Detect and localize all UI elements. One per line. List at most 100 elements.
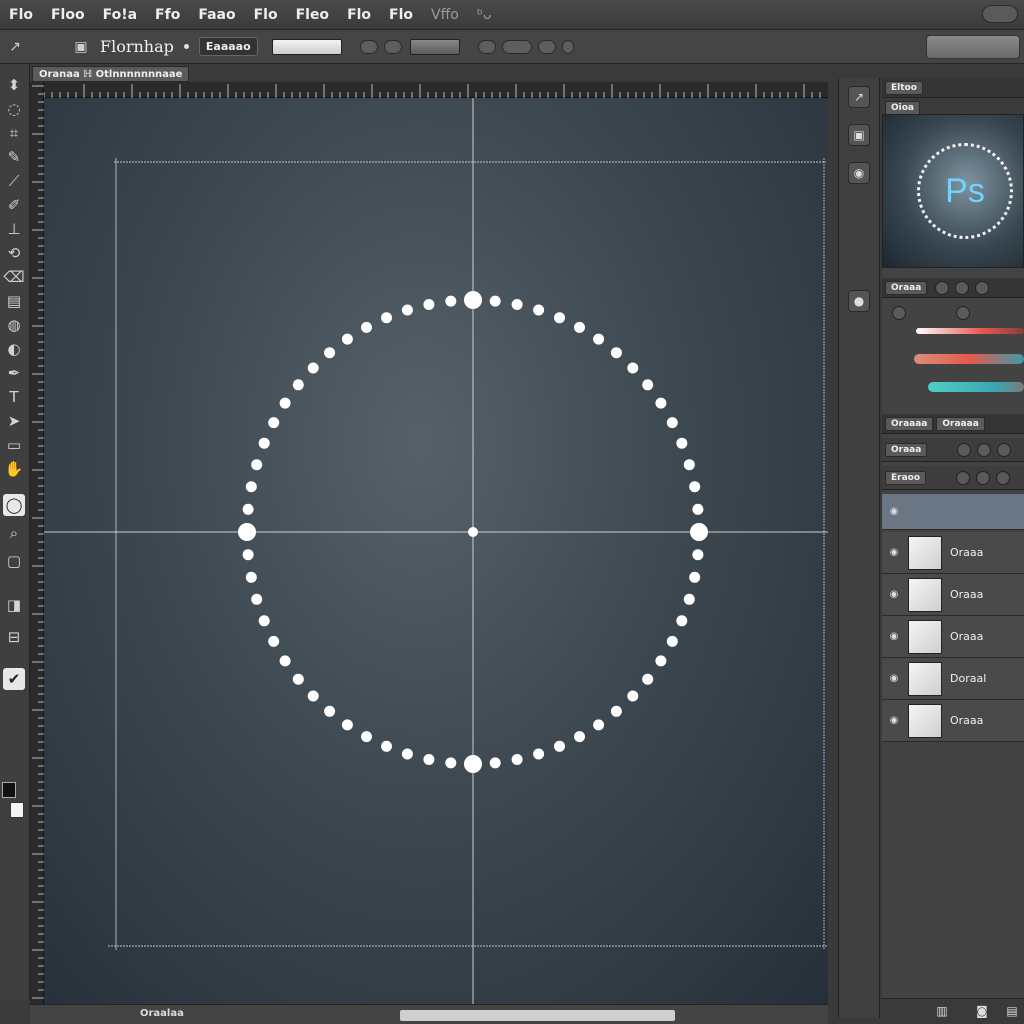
layer-row-active[interactable]: ◉ [882, 494, 1024, 530]
color-picker-icon[interactable] [956, 306, 970, 320]
eraser-icon[interactable]: ⌫ [3, 266, 25, 288]
menu-item-3[interactable]: Fo!a [94, 0, 146, 30]
mask-icon[interactable]: ◨ [3, 594, 25, 616]
visibility-eye-icon[interactable]: ◉ [888, 506, 900, 518]
shape-icon[interactable]: ▭ [3, 434, 25, 456]
options-toggle-2[interactable] [383, 39, 402, 54]
menu-item-7[interactable]: Fleo [287, 0, 338, 30]
note-icon[interactable]: ▢ [3, 550, 25, 572]
brush-icon[interactable]: ⟋ [3, 170, 25, 192]
move-tool-icon[interactable]: ⬍ [3, 74, 25, 96]
options-dropdown[interactable] [409, 38, 460, 55]
menu-item-2[interactable]: Floo [42, 0, 94, 30]
layer-name[interactable]: Oraaa [950, 546, 983, 559]
menu-item-1[interactable]: Flo [0, 0, 42, 30]
options-field-label[interactable]: Eaaaao [198, 37, 258, 56]
blend-mode-select[interactable]: Eraoo [885, 470, 927, 485]
type-icon[interactable]: T [3, 386, 25, 408]
selection-anchor-point[interactable] [464, 291, 482, 309]
layer-row[interactable]: ◉ Oraaa [882, 616, 1024, 658]
visibility-eye-icon[interactable]: ◉ [888, 589, 900, 601]
panel-option-1[interactable] [935, 280, 950, 295]
menu-item-6[interactable]: Flo [245, 0, 287, 30]
filter-option-1[interactable] [957, 442, 972, 457]
color-slider-cyan[interactable] [928, 382, 1024, 392]
visibility-eye-icon[interactable]: ◉ [888, 673, 900, 685]
options-toggle-3[interactable] [477, 39, 496, 54]
pen-icon[interactable]: ✒ [3, 362, 25, 384]
menu-item-4[interactable]: Ffo [146, 0, 189, 30]
filter-option-3[interactable] [997, 442, 1012, 457]
options-toggle-6[interactable] [561, 39, 574, 54]
window-control-button[interactable] [982, 5, 1018, 23]
horizontal-scrollbar[interactable] [400, 1010, 675, 1021]
lock-option-2[interactable] [976, 470, 991, 485]
history-brush-icon[interactable]: ⟲ [3, 242, 25, 264]
background-color-swatch[interactable] [10, 802, 24, 818]
menu-item-8[interactable]: Flo [338, 0, 380, 30]
layer-name[interactable]: Oraaa [950, 714, 983, 727]
selection-anchor-point[interactable] [690, 523, 708, 541]
lock-option-1[interactable] [956, 470, 971, 485]
lock-option-3[interactable] [996, 470, 1011, 485]
layer-name[interactable]: Doraal [950, 672, 986, 685]
tool-preset-icon[interactable]: ▣ [70, 36, 92, 58]
gradient-icon[interactable]: ▤ [3, 290, 25, 312]
tab-navigator[interactable]: Eltoo [885, 80, 923, 95]
color-slider-red[interactable] [916, 328, 1024, 334]
crop-icon[interactable]: ⌗ [3, 122, 25, 144]
color-slider-mixed[interactable] [914, 354, 1024, 364]
layer-row[interactable]: ◉ Oraaa [882, 532, 1024, 574]
menu-item-5[interactable]: Faao [189, 0, 244, 30]
ellipse-tool-icon[interactable]: ◯ [3, 494, 25, 516]
menu-item-9[interactable]: Flo [380, 0, 422, 30]
lasso-icon[interactable]: ◌ [3, 98, 25, 120]
options-toggle-1[interactable] [359, 39, 378, 54]
visibility-eye-icon[interactable]: ◉ [888, 631, 900, 643]
menu-item-11[interactable]: ᵇᴗ [468, 0, 501, 30]
zoom-icon[interactable]: ⌕ [3, 522, 25, 544]
stamp-icon[interactable]: ⊥ [3, 218, 25, 240]
layer-row[interactable]: ◉ Oraaa [882, 574, 1024, 616]
selection-anchor-point[interactable] [238, 523, 256, 541]
options-input[interactable] [271, 38, 342, 55]
layer-row[interactable]: ◉ Doraal [882, 658, 1024, 700]
new-layer-icon[interactable]: ◙ [974, 1003, 990, 1019]
panel-option-2[interactable] [955, 280, 970, 295]
selection-anchor-point[interactable] [464, 755, 482, 773]
history-panel-icon[interactable]: ↗ [848, 86, 870, 108]
options-toggle-4[interactable] [501, 39, 532, 54]
tab-histogram[interactable]: Oioa [885, 100, 920, 115]
document-canvas[interactable] [44, 98, 828, 1004]
info-panel-icon[interactable]: ● [848, 290, 870, 312]
delete-layer-icon[interactable]: ▤ [1004, 1003, 1020, 1019]
blur-icon[interactable]: ◍ [3, 314, 25, 336]
screen-mode-icon[interactable]: ⊟ [3, 626, 25, 648]
quick-mask-icon[interactable]: ✔ [3, 668, 25, 690]
pencil-icon[interactable]: ✐ [3, 194, 25, 216]
panel-option-3[interactable] [975, 280, 990, 295]
color-mode-icon[interactable] [892, 306, 906, 320]
visibility-eye-icon[interactable]: ◉ [888, 715, 900, 727]
path-select-icon[interactable]: ➤ [3, 410, 25, 432]
document-tab[interactable]: Oranaa ℍ Otlnnnnnnnaae [32, 66, 190, 82]
layer-row[interactable]: ◉ Oraaa [882, 700, 1024, 742]
link-layers-icon[interactable]: ▥ [934, 1003, 950, 1019]
layer-name[interactable]: Oraaa [950, 630, 983, 643]
options-toggle-5[interactable] [537, 39, 556, 54]
tab-color[interactable]: Oraaa [885, 280, 928, 295]
layer-filter-label[interactable]: Oraaa [885, 442, 928, 457]
workspace-switcher[interactable] [926, 35, 1020, 59]
tab-layers[interactable]: Oraaaa [885, 416, 934, 431]
move-arrow-icon[interactable]: ↗ [4, 36, 26, 58]
menu-item-10[interactable]: Vffo [422, 0, 468, 30]
navigator-preview[interactable]: Ps [882, 114, 1024, 268]
dodge-icon[interactable]: ◐ [3, 338, 25, 360]
layer-name[interactable]: Oraaa [950, 588, 983, 601]
visibility-eye-icon[interactable]: ◉ [888, 547, 900, 559]
filter-option-2[interactable] [977, 442, 992, 457]
tab-channels[interactable]: Oraaaa [936, 416, 985, 431]
actions-panel-icon[interactable]: ▣ [848, 124, 870, 146]
eyedropper-icon[interactable]: ✎ [3, 146, 25, 168]
swatches-panel-icon[interactable]: ◉ [848, 162, 870, 184]
